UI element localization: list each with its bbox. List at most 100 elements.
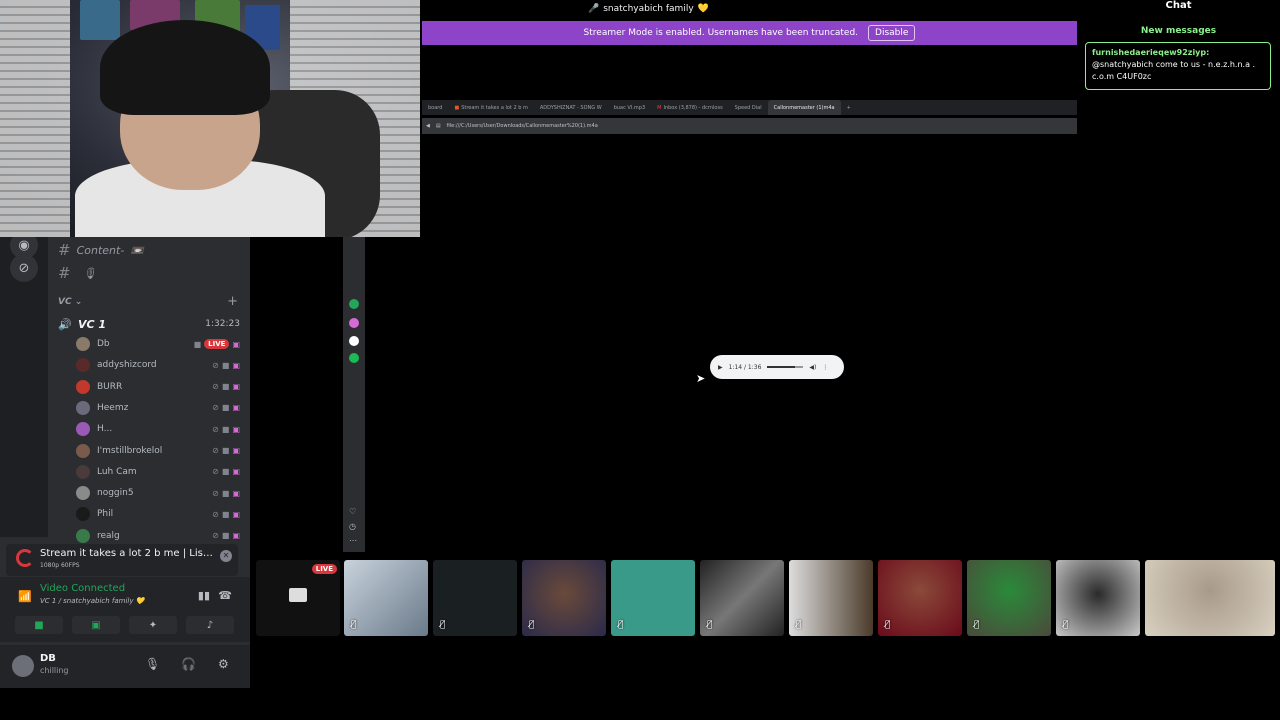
address-bar[interactable]: ◀ ▤ file:///C:/Users/User/Downloads/Call… <box>422 118 1077 134</box>
screen-share-icon <box>289 588 307 602</box>
voice-connection-panel: 📶 Video Connected VC 1 / snatchyabich fa… <box>0 577 250 642</box>
file-icon: ▤ <box>435 123 441 129</box>
participant-tile[interactable]: 🎙̸ <box>1056 560 1140 636</box>
streamer-name: snatchyabich family <box>603 4 694 14</box>
voice-member[interactable]: Luh Cam ⊘ ■ ▣ <box>76 463 240 481</box>
camera-icon: ■ <box>221 467 230 477</box>
soundboard-button[interactable]: ♪ <box>186 616 234 634</box>
participant-tile[interactable]: 🎙̸ <box>789 560 873 636</box>
signal-icon[interactable]: 📶 <box>18 590 32 603</box>
voice-member[interactable]: I'mstillbrokelol ⊘ ■ ▣ <box>76 442 240 460</box>
voice-channel-vc1[interactable]: 🔊 VC 1 1:32:23 <box>58 314 240 334</box>
add-channel-icon[interactable]: + <box>227 294 238 309</box>
voice-category[interactable]: VC ⌄ <box>58 297 82 307</box>
clock-icon[interactable]: ◷ <box>349 522 359 532</box>
muted-icon: 🎙̸ <box>885 620 891 630</box>
voice-member[interactable]: H... ⊘ ■ ▣ <box>76 420 240 438</box>
channel-content[interactable]: # Content- 📼 <box>58 241 144 259</box>
avatar <box>76 400 90 415</box>
url-text: file:///C:/Users/User/Downloads/Callonme… <box>446 123 598 129</box>
close-icon[interactable]: ✕ <box>220 550 232 562</box>
avatar[interactable] <box>12 655 34 677</box>
participant-tile[interactable] <box>1145 560 1275 636</box>
more-icon[interactable]: ⋯ <box>349 536 359 546</box>
spotify-icon[interactable] <box>349 353 359 363</box>
connection-status[interactable]: Video Connected <box>40 583 125 594</box>
participant-tile[interactable]: 🎙̸ <box>611 560 695 636</box>
muted-icon: 🎙̸ <box>529 620 535 630</box>
stream-title-text: Stream it takes a lot 2 b me | Listen ..… <box>40 548 215 559</box>
new-tab-button[interactable]: + <box>841 100 857 115</box>
participant-tile[interactable]: 🎙̸ <box>522 560 606 636</box>
browser-tab[interactable]: ADDYSHIZNAT - SONG W <box>534 100 608 115</box>
camera-icon: ■ <box>221 403 230 413</box>
voice-member[interactable]: Phil ⊘ ■ ▣ <box>76 505 240 523</box>
member-name: realg <box>97 530 120 541</box>
member-status-icons: ⊘ ■ ▣ <box>212 467 240 476</box>
participant-tile[interactable]: 🎙̸ <box>700 560 784 636</box>
camera-icon: ■ <box>221 360 230 370</box>
browser-tab[interactable]: ■ Stream it takes a lot 2 b m <box>448 100 533 115</box>
participant-tile-self[interactable]: LIVE <box>256 560 340 636</box>
headphones-icon[interactable]: 🎧 <box>181 657 196 671</box>
play-icon[interactable]: ▶ <box>718 364 723 371</box>
disconnect-icon[interactable]: ☎ <box>218 589 232 602</box>
volume-icon[interactable]: ◀) <box>809 364 816 371</box>
audio-player[interactable]: ▶ 1:14 / 1:36 ◀) ⋮ <box>710 355 844 379</box>
camera-button[interactable]: ■ <box>15 616 63 634</box>
screen-share-button[interactable]: ▣ <box>72 616 120 634</box>
heart-emoji: 💛 <box>697 4 709 14</box>
discover-icon[interactable]: ⊘ <box>10 254 38 282</box>
muted-icon: 🎙̸ <box>440 620 446 630</box>
browser-tab[interactable]: buac VI.mp3 <box>608 100 651 115</box>
participant-tile[interactable]: 🎙̸ <box>433 560 517 636</box>
avatar <box>76 337 90 351</box>
voice-member[interactable]: BURR ⊘ ■ ▣ <box>76 378 240 396</box>
muted-icon: 🎙̸ <box>351 620 357 630</box>
disable-button[interactable]: Disable <box>868 25 916 41</box>
heart-icon[interactable]: ♡ <box>349 507 359 517</box>
activity-icon: ▣ <box>232 531 240 541</box>
more-options-icon[interactable]: ⋮ <box>822 364 828 371</box>
camera-icon: ■ <box>221 509 230 519</box>
audio-progress <box>767 366 796 368</box>
person-cap <box>100 20 270 115</box>
speaker-icon: 🔊 <box>58 317 72 331</box>
activity-icon: ▣ <box>232 509 240 519</box>
muted-icon: ⊘ <box>212 488 219 498</box>
browser-tab[interactable]: M Inbox (3,878) - dcrnloss <box>651 100 729 115</box>
voice-member[interactable]: realg ⊘ ■ ▣ <box>76 527 240 545</box>
noise-suppression-icon[interactable]: ▮▮ <box>198 589 210 602</box>
settings-gear-icon[interactable]: ⚙ <box>218 657 229 671</box>
channel-mic[interactable]: # 🎙 <box>58 264 97 282</box>
voice-member[interactable]: Db ■ LIVE ▣ <box>76 335 240 353</box>
voice-member[interactable]: noggin5 ⊘ ■ ▣ <box>76 484 240 502</box>
participant-tile[interactable]: 🎙̸ <box>344 560 428 636</box>
muted-icon: ⊘ <box>212 509 219 519</box>
back-icon[interactable]: ◀ <box>426 123 430 129</box>
muted-icon: 🎙̸ <box>1063 620 1069 630</box>
app-icon[interactable] <box>349 299 359 309</box>
voice-member[interactable]: Heemz ⊘ ■ ▣ <box>76 399 240 417</box>
tiktok-icon[interactable] <box>349 336 359 346</box>
browser-tab[interactable]: board <box>422 100 448 115</box>
member-status-icons: ⊘ ■ ▣ <box>212 403 240 412</box>
muted-icon: 🎙̸ <box>796 620 802 630</box>
muted-icon: ⊘ <box>212 424 219 434</box>
browser-tab-active[interactable]: Callonmemaster (1)m4a <box>767 100 841 115</box>
participant-tile[interactable]: 🎙̸ <box>967 560 1051 636</box>
activity-icon: ▣ <box>232 360 240 370</box>
participant-tiles: LIVE 🎙̸ 🎙̸ 🎙̸ 🎙̸ 🎙̸ 🎙̸ 🎙̸ 🎙̸ 🎙̸ <box>256 560 1280 636</box>
instagram-icon[interactable] <box>349 318 359 328</box>
browser-tab[interactable]: Speed Dial <box>729 100 768 115</box>
chat-message: furnishedaerieqew92ziyp: @snatchyabich c… <box>1085 42 1271 90</box>
activities-button[interactable]: ✦ <box>129 616 177 634</box>
audio-seekbar[interactable] <box>767 366 804 368</box>
participant-tile[interactable]: 🎙̸ <box>878 560 962 636</box>
stream-notification[interactable]: Stream it takes a lot 2 b me | Listen ..… <box>6 544 238 576</box>
microphone-icon[interactable]: 🎙 <box>145 657 160 671</box>
wall-poster <box>80 0 120 40</box>
voice-member[interactable]: addyshizcord ⊘ ■ ▣ <box>76 356 240 374</box>
streamer-mode-banner: Streamer Mode is enabled. Usernames have… <box>422 21 1077 45</box>
avatar <box>76 358 90 373</box>
